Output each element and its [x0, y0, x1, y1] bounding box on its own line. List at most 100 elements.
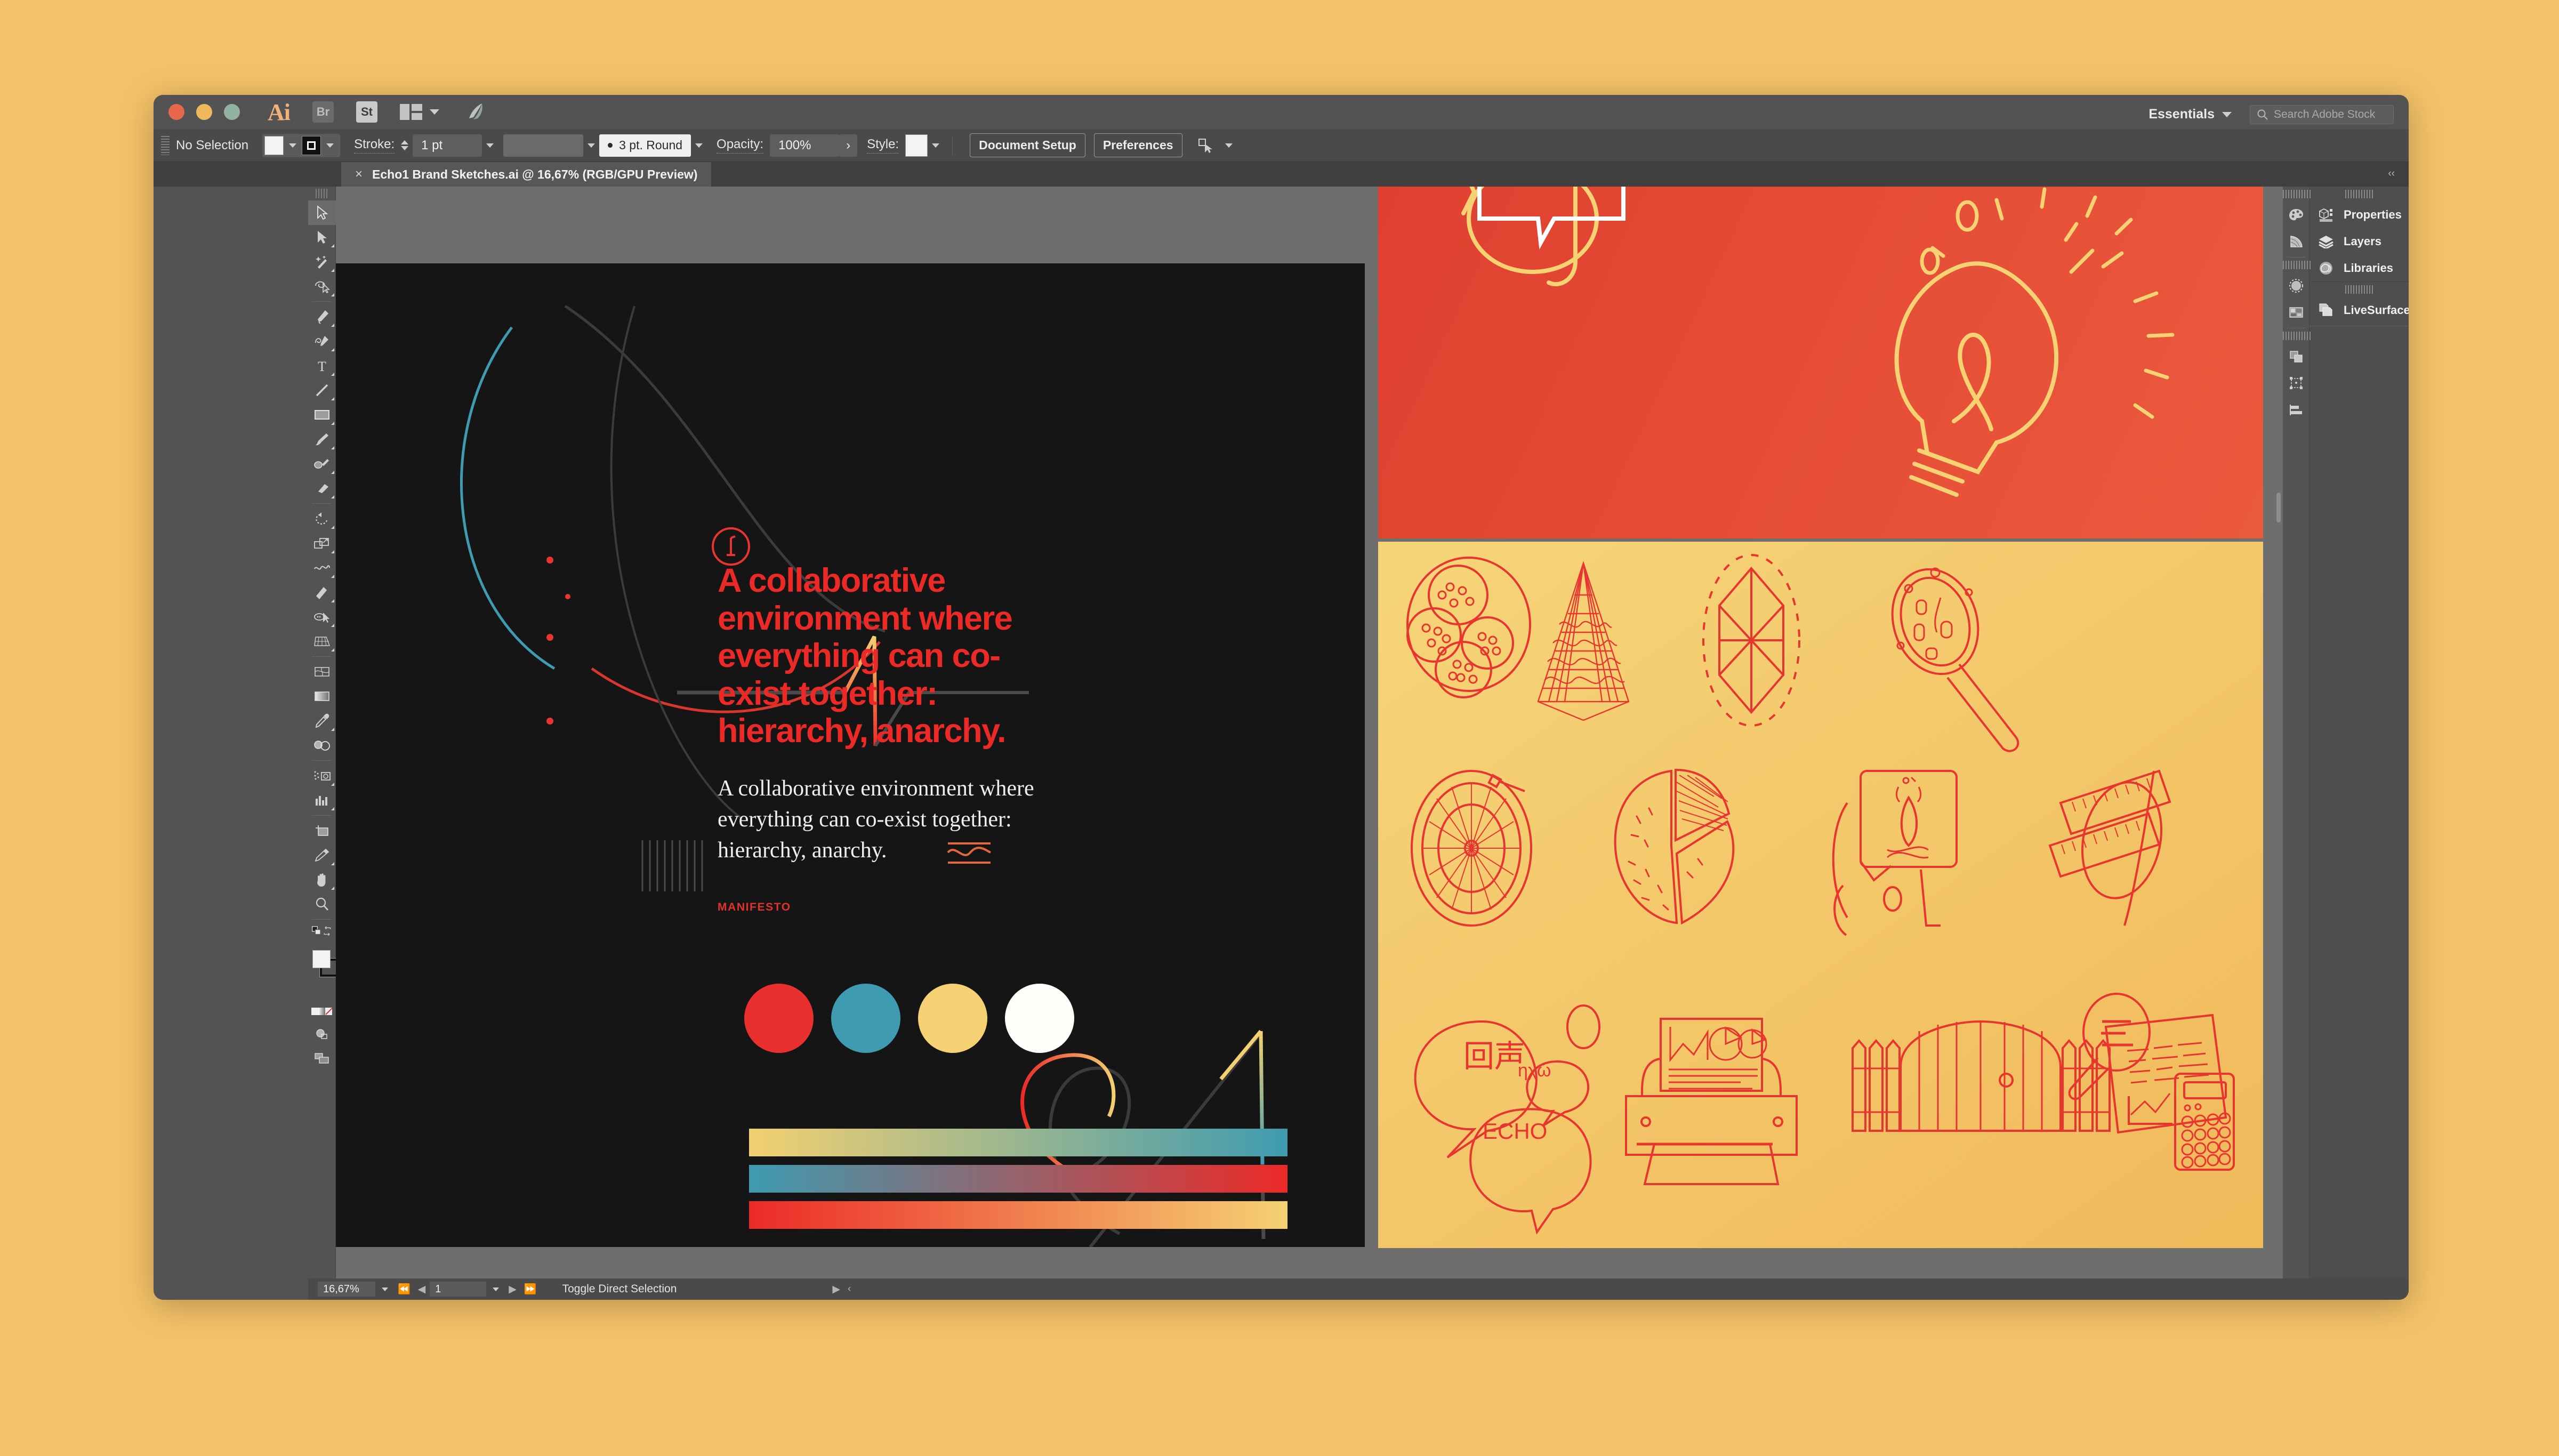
tool-flyout-icon[interactable] [331, 397, 334, 400]
chevron-down-icon[interactable] [695, 143, 703, 148]
artboard-red[interactable] [1378, 187, 2263, 538]
tool-flyout-icon[interactable] [331, 324, 334, 327]
panel-tab-livesurface[interactable]: LiveSurface [2309, 297, 2409, 324]
brush-definition-dropdown[interactable]: 3 pt. Round [599, 134, 691, 157]
direct-selection-tool[interactable] [308, 225, 336, 250]
stock-chip-icon[interactable]: St [356, 101, 377, 123]
fill-color-indicator[interactable] [312, 950, 331, 968]
minimize-icon[interactable] [196, 104, 212, 120]
artboard-yellow[interactable]: 回声 ηχώ ECHO [1378, 542, 2263, 1248]
change-screen-mode-icon[interactable] [311, 924, 323, 937]
tool-flyout-icon[interactable] [331, 244, 334, 247]
mesh-tool[interactable] [308, 659, 336, 684]
preferences-button[interactable]: Preferences [1093, 133, 1182, 157]
search-input[interactable]: Search Adobe Stock [2250, 104, 2394, 124]
vertical-scrollbar[interactable] [2275, 189, 2282, 1276]
control-bar-grip[interactable] [161, 135, 170, 155]
close-icon[interactable]: × [355, 167, 363, 182]
shaper-pencil-tool[interactable] [308, 452, 336, 476]
stroke-swatch[interactable] [302, 135, 321, 155]
panel-group-grip[interactable] [2345, 190, 2375, 198]
tool-flyout-icon[interactable] [331, 471, 334, 474]
rail-grip[interactable] [2283, 332, 2312, 340]
toolbox-grip[interactable] [316, 189, 328, 198]
stroke-profile-dropdown[interactable] [503, 134, 584, 157]
chevron-down-icon[interactable] [326, 143, 334, 148]
tool-flyout-icon[interactable] [331, 495, 334, 498]
tool-flyout-icon[interactable] [331, 269, 334, 272]
stroke-weight-field[interactable]: 1 pt [413, 134, 482, 157]
pathfinder-panel-icon[interactable] [2283, 343, 2309, 370]
artboard-dark[interactable]: A collaborative environment where everyt… [336, 263, 1365, 1247]
shape-builder-tool[interactable] [308, 605, 336, 629]
slice-tool[interactable] [308, 843, 336, 867]
artboard-tool[interactable] [308, 818, 336, 843]
artboard-number-field[interactable]: 1 [430, 1282, 487, 1297]
fill-swatch[interactable] [264, 135, 284, 155]
tool-flyout-icon[interactable] [331, 550, 334, 553]
close-icon[interactable] [168, 104, 184, 120]
arrange-documents-icon[interactable] [400, 104, 439, 120]
tool-flyout-icon[interactable] [331, 728, 334, 731]
symbol-sprayer-tool[interactable] [308, 763, 336, 788]
stroke-weight-stepper[interactable] [401, 140, 409, 150]
opacity-options-icon[interactable]: › [839, 134, 858, 157]
panel-tab-libraries[interactable]: Libraries [2309, 255, 2409, 281]
perspective-grid-tool[interactable] [308, 629, 336, 654]
swap-fill-stroke-icon[interactable] [323, 925, 332, 937]
tool-flyout-icon[interactable] [331, 575, 334, 578]
workspace-chevron-icon[interactable] [2222, 111, 2232, 117]
align-panel-icon[interactable] [2283, 397, 2309, 423]
scale-tool[interactable] [308, 531, 336, 556]
zoom-tool[interactable] [308, 892, 336, 916]
blend-tool[interactable] [308, 733, 336, 758]
chevron-down-icon[interactable] [289, 143, 297, 148]
tool-flyout-icon[interactable] [331, 422, 334, 425]
chevron-down-icon[interactable] [588, 143, 596, 148]
eraser-tool[interactable] [308, 476, 336, 501]
pen-tool[interactable] [308, 304, 336, 329]
paintbrush-tool[interactable] [308, 427, 336, 452]
tool-flyout-icon[interactable] [331, 862, 334, 865]
draw-mode-icon[interactable] [308, 1021, 336, 1046]
none-swatch-icon[interactable] [325, 1008, 332, 1015]
next-artboard-icon[interactable]: ▶ [509, 1283, 517, 1296]
tool-flyout-icon[interactable] [331, 293, 334, 296]
chevron-down-icon[interactable] [1225, 143, 1233, 148]
previous-artboard-icon[interactable]: ◀ [418, 1283, 426, 1296]
free-transform-tool[interactable] [308, 580, 336, 605]
lasso-tool[interactable] [308, 274, 336, 299]
rocket-icon[interactable] [464, 100, 487, 124]
type-tool[interactable]: T [308, 353, 336, 378]
color-swatch-icon[interactable] [311, 1008, 318, 1015]
swatches-panel-icon[interactable] [2283, 299, 2309, 326]
first-artboard-icon[interactable]: ⏪ [398, 1283, 411, 1296]
tool-flyout-icon[interactable] [331, 373, 334, 376]
fill-swatch-group[interactable] [262, 133, 341, 157]
tool-flyout-icon[interactable] [331, 446, 334, 449]
gradient-tool[interactable] [308, 684, 336, 709]
document-setup-button[interactable]: Document Setup [970, 133, 1085, 157]
style-swatch[interactable] [905, 134, 928, 157]
magic-wand-tool[interactable] [308, 250, 336, 274]
screen-mode-icon[interactable] [308, 1046, 336, 1071]
tool-flyout-icon[interactable] [331, 887, 334, 890]
tool-flyout-icon[interactable] [331, 648, 334, 651]
rail-grip[interactable] [2283, 190, 2312, 198]
rotate-tool[interactable] [308, 506, 336, 531]
column-graph-tool[interactable] [308, 788, 336, 813]
eyedropper-tool[interactable] [308, 709, 336, 733]
select-similar-icon[interactable] [1196, 136, 1214, 155]
panel-tab-properties[interactable]: Properties [2309, 202, 2409, 228]
color-panel-icon[interactable] [2283, 202, 2309, 228]
tool-flyout-icon[interactable] [331, 526, 334, 529]
bridge-icon[interactable]: Br [312, 101, 334, 123]
hand-tool[interactable] [308, 867, 336, 892]
status-menu-icon[interactable]: ▶ [832, 1283, 840, 1296]
transform-panel-icon[interactable] [2283, 370, 2309, 397]
zoom-level-field[interactable]: 16,67% [318, 1282, 375, 1297]
chevron-down-icon[interactable] [486, 143, 494, 148]
color-guide-icon[interactable] [2283, 228, 2309, 255]
rectangle-tool[interactable] [308, 403, 336, 427]
panel-group-grip[interactable] [2345, 285, 2375, 294]
